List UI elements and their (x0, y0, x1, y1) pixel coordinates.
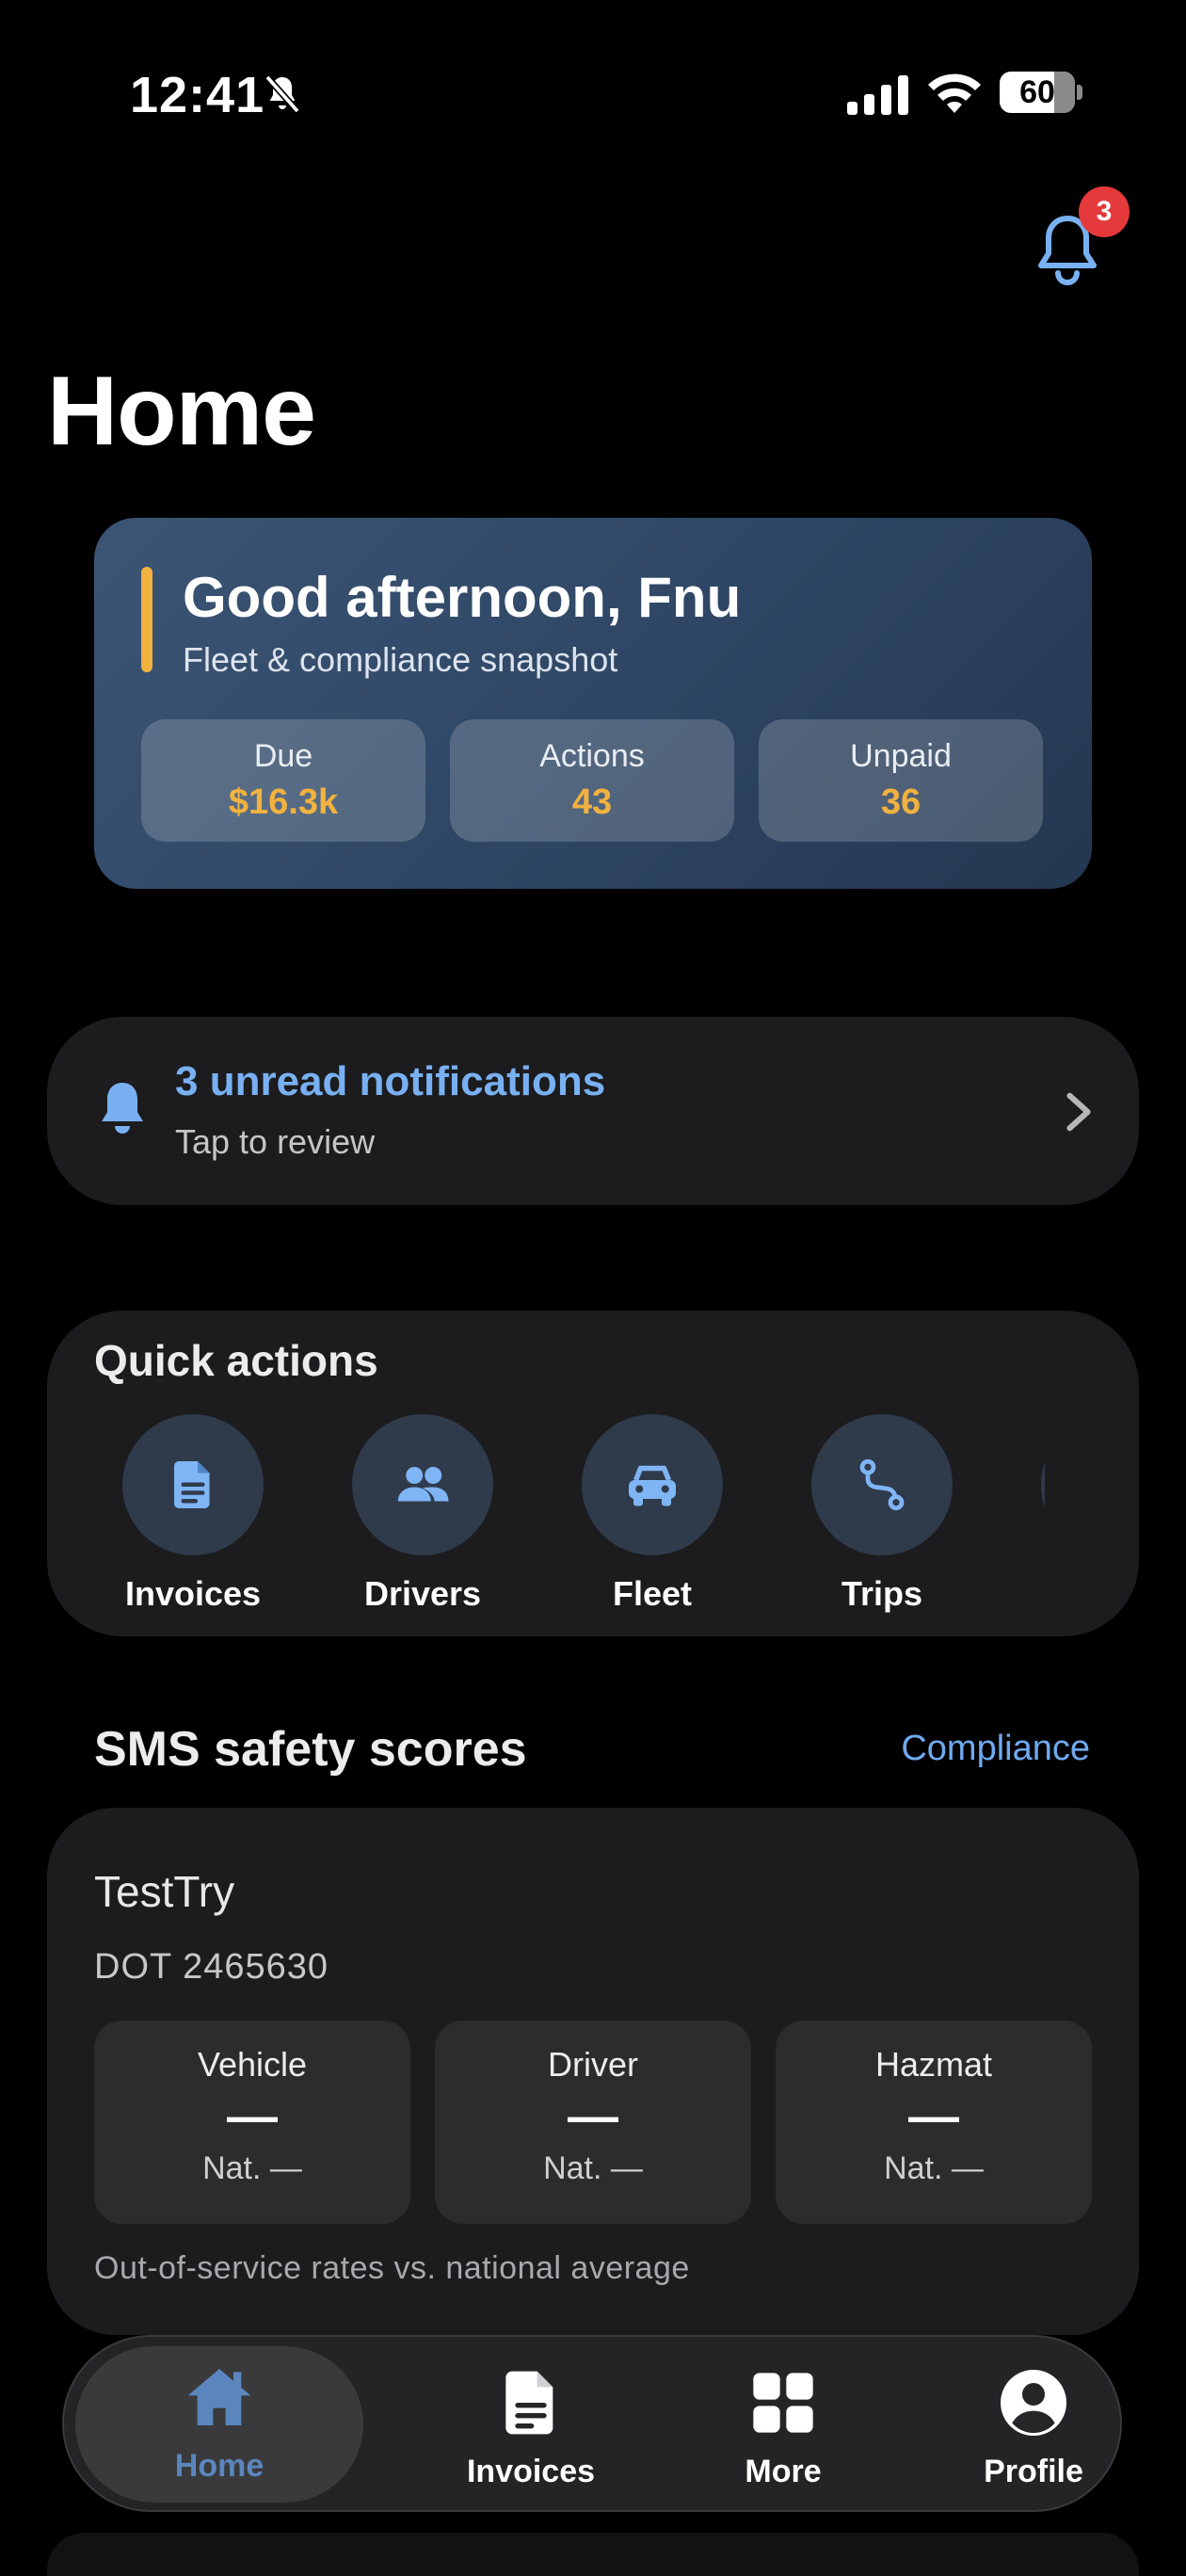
page-title: Home (47, 357, 316, 466)
chevron-right-icon (1066, 1092, 1091, 1132)
users-icon (397, 1467, 449, 1502)
score-vehicle: Vehicle — Nat. — (94, 2021, 410, 2224)
tab-label: Home (174, 2448, 264, 2484)
stat-value: 43 (571, 782, 613, 822)
stat-label: Actions (539, 738, 645, 774)
battery-icon: 60 (1000, 72, 1082, 113)
quick-action-drivers[interactable]: Drivers (324, 1414, 521, 1636)
score-value: — (227, 2088, 278, 2145)
quick-action-label: Drivers (363, 1574, 482, 1613)
score-value: — (568, 2088, 618, 2145)
status-time: 12:41 (130, 67, 265, 123)
car-icon (629, 1465, 676, 1506)
tab-label: Profile (984, 2454, 1083, 2489)
status-bar: 12:41 60 (0, 0, 1186, 188)
quick-action-partial[interactable]: F (1013, 1414, 1045, 1636)
battery-level: 60 (1019, 74, 1055, 110)
score-national: Nat. — (543, 2150, 643, 2186)
quick-action-fleet[interactable]: Fleet (553, 1414, 751, 1636)
tab-label: More (745, 2454, 822, 2489)
bell-icon (102, 1083, 143, 1134)
document-icon (174, 1461, 210, 1508)
stat-unpaid[interactable]: Unpaid 36 (759, 719, 1043, 842)
score-value: — (908, 2088, 959, 2145)
quick-action-label: F (1013, 1574, 1045, 1614)
person-circle-icon (1001, 2370, 1066, 2436)
score-hazmat: Hazmat — Nat. — (776, 2021, 1092, 2224)
tab-profile[interactable]: Profile (907, 2337, 1160, 2510)
unread-notifications-banner[interactable]: 3 unread notifications Tap to review (47, 1017, 1139, 1205)
stat-label: Unpaid (850, 738, 952, 774)
quick-actions-scroller[interactable]: Invoices Drivers Fleet Trips (94, 1414, 1045, 1636)
score-national: Nat. — (884, 2150, 984, 2186)
quick-action-invoices[interactable]: Invoices (94, 1414, 292, 1636)
score-national: Nat. — (202, 2150, 302, 2186)
greeting-subtitle: Fleet & compliance snapshot (183, 640, 618, 679)
sms-footnote: Out-of-service rates vs. national averag… (94, 2250, 690, 2286)
stat-value: $16.3k (228, 782, 339, 822)
grid-icon (753, 2373, 813, 2433)
quick-actions-title: Quick actions (94, 1336, 378, 1385)
accent-bar (141, 567, 152, 672)
tab-more[interactable]: More (657, 2337, 909, 2510)
compliance-link[interactable]: Compliance (901, 1729, 1090, 1769)
route-icon (859, 1458, 905, 1511)
sms-scores-card: TestTry DOT 2465630 Vehicle — Nat. — Dri… (47, 1808, 1139, 2335)
score-driver: Driver — Nat. — (435, 2021, 751, 2224)
quick-actions-card: Quick actions Invoices Drivers Fleet Tri… (47, 1311, 1139, 1636)
tab-invoices[interactable]: Invoices (405, 2337, 657, 2510)
greeting-title: Good afternoon, Fnu (183, 566, 742, 629)
quick-action-label: Fleet (612, 1574, 693, 1613)
stat-value: 36 (880, 782, 922, 822)
stat-label: Due (253, 738, 313, 774)
house-icon (187, 2369, 251, 2425)
quick-action-label: Trips (841, 1574, 923, 1613)
score-label: Vehicle (197, 2045, 308, 2084)
notification-banner-subtitle: Tap to review (175, 1122, 376, 1161)
tab-home[interactable]: Home (75, 2346, 363, 2503)
stat-actions[interactable]: Actions 43 (450, 719, 734, 842)
quick-action-trips[interactable]: Trips (783, 1414, 981, 1636)
bell-slash-icon (264, 74, 300, 114)
wifi-icon (928, 73, 981, 113)
document-icon (505, 2371, 553, 2435)
notification-count-badge: 3 (1079, 186, 1130, 237)
score-label: Driver (548, 2045, 638, 2084)
tab-bar: Home Invoices More Profile (62, 2335, 1122, 2512)
notification-banner-title: 3 unread notifications (175, 1058, 606, 1104)
stat-due[interactable]: Due $16.3k (141, 719, 425, 842)
tab-label: Invoices (466, 2454, 596, 2489)
signal-icon (847, 75, 908, 115)
carrier-name: TestTry (94, 1867, 235, 1916)
score-label: Hazmat (874, 2045, 993, 2084)
quick-action-label: Invoices (124, 1574, 262, 1613)
sms-section-title: SMS safety scores (94, 1722, 527, 1777)
greeting-card: Good afternoon, Fnu Fleet & compliance s… (94, 518, 1092, 889)
scroll-content-peek (47, 2533, 1139, 2576)
dot-number: DOT 2465630 (94, 1947, 329, 1987)
